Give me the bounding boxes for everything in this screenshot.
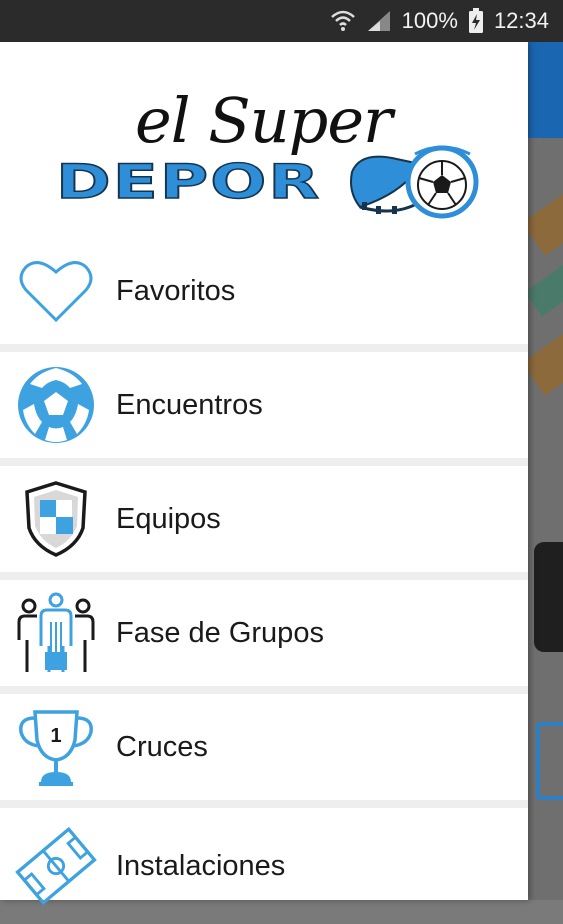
drawer-menu: Favoritos Encuentros Equipos Fase de Gru… [0, 238, 528, 924]
bg-decoration [534, 542, 563, 652]
menu-item-equipos[interactable]: Equipos [0, 466, 528, 580]
svg-text:1: 1 [50, 725, 61, 747]
menu-item-favoritos[interactable]: Favoritos [0, 238, 528, 352]
soccer-ball-icon [15, 364, 97, 446]
menu-item-label: Favoritos [116, 274, 236, 307]
menu-item-instalaciones[interactable]: Instalaciones [0, 808, 528, 924]
menu-item-label: Fase de Grupos [116, 616, 324, 649]
battery-charging-icon [468, 8, 484, 34]
signal-icon [366, 9, 392, 33]
app-logo: el Super DEPOR [0, 42, 528, 238]
group-people-icon [15, 592, 97, 674]
background-app [528, 42, 563, 900]
menu-item-label: Instalaciones [116, 849, 286, 882]
shield-icon [15, 478, 97, 560]
soccer-field-icon [15, 825, 97, 907]
menu-item-label: Cruces [116, 730, 208, 763]
menu-item-cruces[interactable]: 1 Cruces [0, 694, 528, 808]
status-bar: 100% 12:34 [0, 0, 563, 42]
battery-percent: 100% [401, 8, 458, 33]
navigation-drawer: el Super DEPOR Favoritos Encuentros Equi… [0, 42, 528, 906]
app-toolbar [528, 42, 563, 138]
wifi-icon [330, 9, 356, 33]
menu-item-label: Equipos [116, 502, 221, 535]
menu-item-label: Encuentros [116, 388, 263, 421]
menu-item-encuentros[interactable]: Encuentros [0, 352, 528, 466]
bg-decoration [536, 722, 563, 800]
clock: 12:34 [493, 8, 549, 33]
heart-icon [15, 250, 97, 332]
menu-item-fase-de-grupos[interactable]: Fase de Grupos [0, 580, 528, 694]
logo-boot-ball-emblem [350, 145, 479, 219]
trophy-icon: 1 [15, 706, 97, 788]
